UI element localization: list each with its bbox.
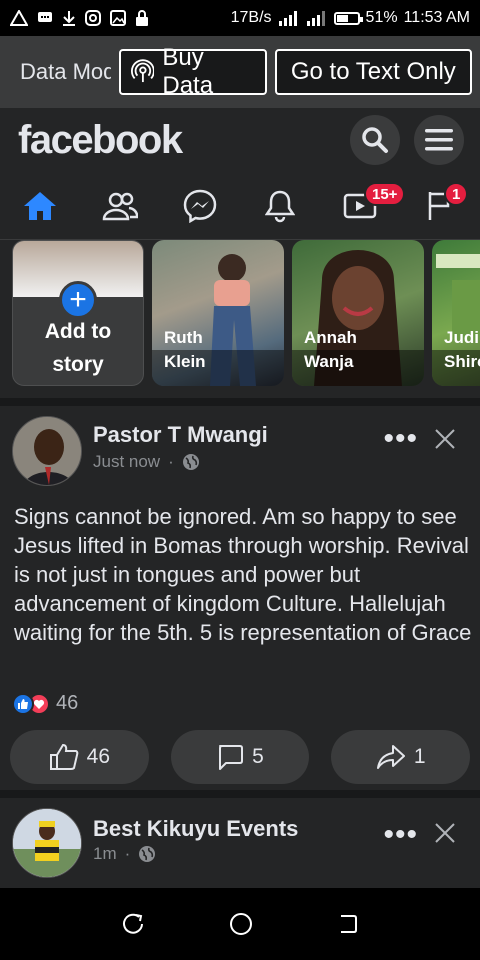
post-author[interactable]: Pastor T Mwangi bbox=[93, 422, 268, 448]
globe-icon bbox=[182, 454, 199, 470]
story-card[interactable]: Annah Wanja bbox=[292, 240, 424, 386]
dot-separator: · bbox=[124, 844, 131, 863]
post-meta: Just now · bbox=[93, 452, 200, 472]
network-speed: 17B/s bbox=[230, 9, 272, 26]
text-only-button[interactable]: Go to Text Only bbox=[274, 49, 472, 95]
tab-bar: 15+ 1 bbox=[0, 172, 480, 240]
plus-icon: + bbox=[59, 281, 97, 319]
story-card[interactable]: Ruth Klein bbox=[152, 240, 284, 386]
signal-icon bbox=[278, 11, 297, 26]
battery-icon bbox=[333, 11, 363, 25]
thumbs-up-icon bbox=[49, 743, 78, 770]
reaction-count: 46 bbox=[56, 692, 79, 714]
image-icon bbox=[110, 10, 126, 26]
menu-icon bbox=[425, 129, 453, 151]
search-button[interactable] bbox=[350, 115, 400, 165]
lock-icon bbox=[136, 10, 148, 26]
globe-icon bbox=[139, 846, 156, 862]
reaction-summary[interactable]: 46 bbox=[12, 692, 78, 715]
story-name: Judi Shiro bbox=[444, 328, 480, 371]
post-time[interactable]: Just now bbox=[93, 452, 160, 472]
add-story-label: Add to story bbox=[44, 320, 112, 376]
tab-watch[interactable]: 15+ bbox=[320, 172, 406, 239]
feed-divider bbox=[0, 398, 480, 406]
tab-notifications[interactable] bbox=[240, 172, 320, 239]
home-icon bbox=[24, 191, 56, 220]
more-options-icon[interactable]: ••• bbox=[383, 820, 418, 850]
warning-icon bbox=[10, 10, 28, 26]
avatar-photo bbox=[13, 809, 81, 877]
tab-pages[interactable]: 1 bbox=[400, 172, 480, 239]
comment-count: 5 bbox=[252, 745, 264, 768]
recent-apps-icon[interactable] bbox=[121, 912, 145, 936]
buy-data-label: Buy Data bbox=[162, 44, 214, 99]
avatar[interactable] bbox=[12, 416, 82, 486]
battery-percent: 51% bbox=[365, 9, 398, 26]
friends-icon bbox=[102, 192, 138, 220]
like-reaction-icon bbox=[12, 692, 34, 715]
menu-button[interactable] bbox=[414, 115, 464, 165]
system-nav-bar bbox=[0, 888, 480, 960]
story-name: Annah Wanja bbox=[304, 328, 357, 371]
comment-icon bbox=[219, 745, 244, 770]
post-actions: 46 5 1 bbox=[10, 730, 471, 784]
bell-icon bbox=[265, 190, 295, 222]
app-header: facebook bbox=[0, 108, 480, 172]
feed-post: Pastor T Mwangi Just now · ••• Signs can… bbox=[0, 406, 480, 790]
share-icon bbox=[376, 745, 405, 769]
instagram-icon bbox=[85, 10, 101, 26]
data-mode-label: Data Mode bbox=[20, 59, 111, 84]
pages-badge: 1 bbox=[444, 182, 469, 206]
buy-data-button[interactable]: Buy Data bbox=[118, 44, 267, 99]
close-icon[interactable] bbox=[434, 822, 456, 844]
add-story-card[interactable]: + Add to story bbox=[12, 240, 144, 386]
like-button[interactable]: 46 bbox=[10, 730, 149, 784]
data-mode-bar: Data Mode Buy Data Go to Text Only bbox=[0, 36, 480, 108]
close-icon[interactable] bbox=[434, 428, 456, 450]
story-card[interactable]: Judi Shiro bbox=[432, 240, 480, 386]
message-icon bbox=[38, 12, 52, 22]
post-time[interactable]: 1m bbox=[93, 844, 117, 864]
feed-divider bbox=[0, 790, 480, 798]
more-options-icon[interactable]: ••• bbox=[383, 424, 418, 454]
avatar[interactable] bbox=[12, 808, 82, 878]
tab-friends[interactable] bbox=[80, 172, 160, 239]
signal-icon-2 bbox=[306, 11, 325, 26]
avatar-photo bbox=[13, 417, 81, 485]
tab-home[interactable] bbox=[0, 172, 80, 239]
post-text: Signs cannot be ignored. Am so happy to … bbox=[14, 504, 472, 645]
share-button[interactable]: 1 bbox=[331, 730, 471, 784]
facebook-logo[interactable]: facebook bbox=[18, 118, 183, 163]
clock: 11:53 AM bbox=[403, 9, 470, 26]
messenger-icon bbox=[183, 189, 217, 223]
search-icon bbox=[362, 127, 388, 153]
like-count: 46 bbox=[86, 745, 111, 768]
story-name: Ruth Klein bbox=[164, 328, 206, 371]
status-bar: 17B/s 51% 11:53 AM bbox=[0, 0, 480, 36]
feed-post: Best Kikuyu Events 1m · ••• bbox=[0, 798, 480, 888]
post-author[interactable]: Best Kikuyu Events bbox=[93, 816, 298, 842]
download-icon bbox=[63, 11, 75, 26]
comment-button[interactable]: 5 bbox=[170, 730, 310, 784]
share-count: 1 bbox=[413, 745, 426, 768]
home-circle-icon[interactable] bbox=[228, 911, 254, 937]
tab-messenger[interactable] bbox=[160, 172, 240, 239]
back-icon[interactable] bbox=[337, 913, 359, 935]
stories-tray: + Add to story Ruth Klein Annah Wanja Ju… bbox=[0, 240, 480, 398]
text-only-label: Go to Text Only bbox=[290, 58, 456, 85]
dot-separator: · bbox=[168, 452, 174, 471]
broadcast-icon bbox=[130, 59, 155, 83]
post-meta: 1m · bbox=[93, 844, 156, 864]
